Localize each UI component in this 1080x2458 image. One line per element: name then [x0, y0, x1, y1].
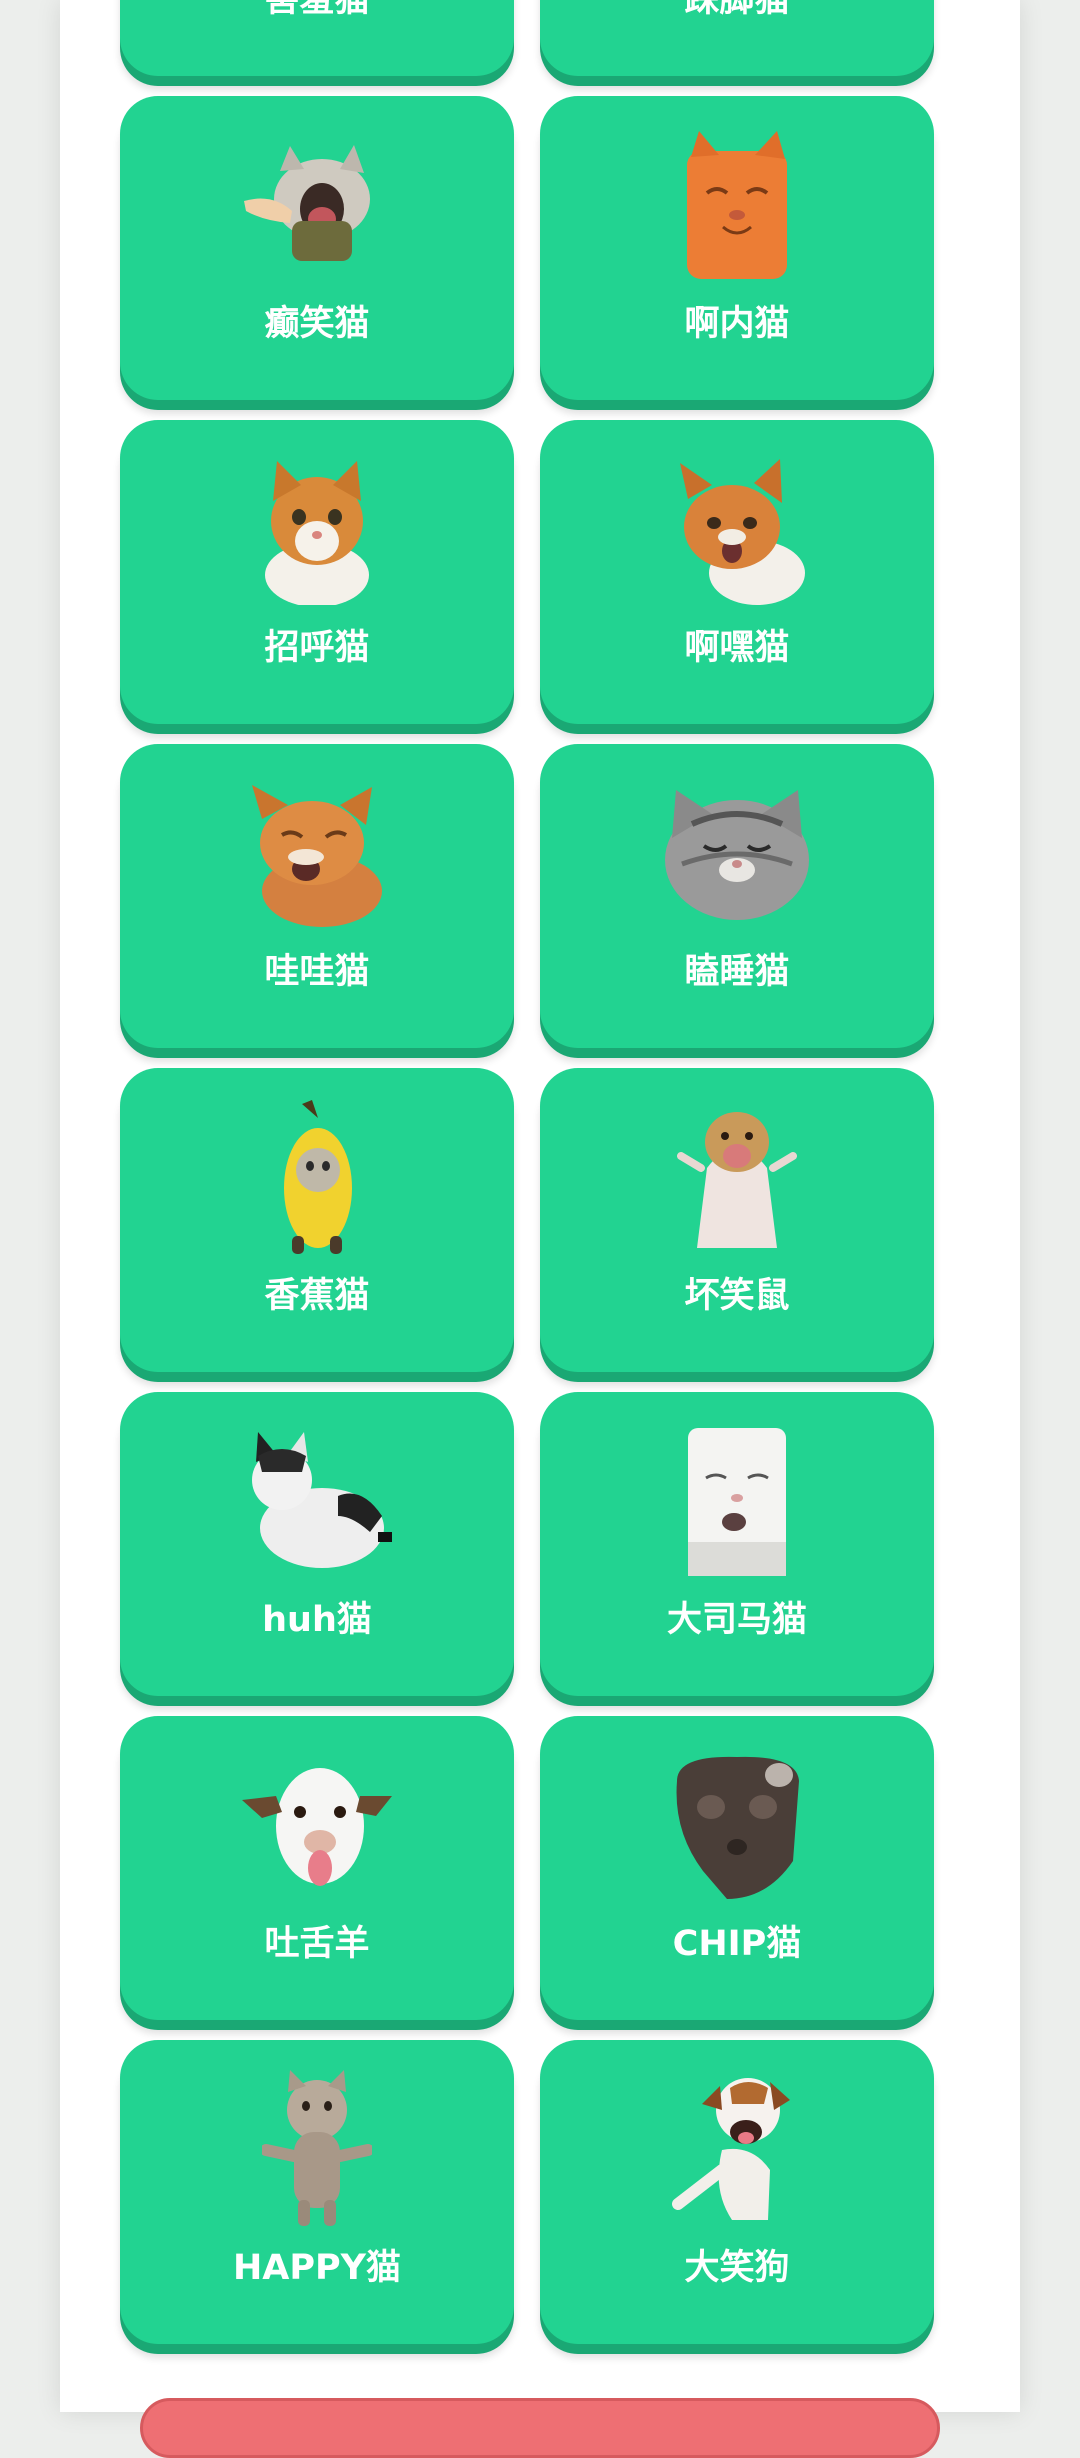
anei-cat-icon: [687, 131, 787, 279]
card-label: 害羞猫: [264, 0, 370, 20]
happy-cat-icon: [262, 2070, 372, 2226]
sound-card-greeting-cat[interactable]: 招呼猫: [120, 420, 514, 724]
sound-card-banana-cat[interactable]: 香蕉猫: [120, 1068, 514, 1372]
banana-cat-icon: [284, 1100, 352, 1254]
sound-card-shy-cat[interactable]: 害羞猫: [120, 0, 514, 76]
sound-card-dasima-cat[interactable]: 大司马猫: [540, 1392, 934, 1696]
card-label: 跺脚猫: [684, 0, 790, 20]
chip-cat-icon: [676, 1756, 799, 1899]
card-label: 哇哇猫: [264, 952, 370, 992]
card-label: 大笑狗: [684, 2248, 790, 2288]
bottom-action-button[interactable]: [140, 2398, 940, 2458]
card-label: CHIP猫: [672, 1924, 802, 1964]
dasima-cat-icon: [688, 1428, 786, 1576]
card-label: 大司马猫: [666, 1600, 807, 1640]
card-label: 吐舌羊: [264, 1924, 370, 1964]
wawa-cat-icon: [252, 785, 382, 927]
greeting-cat-icon: [265, 461, 369, 605]
sound-card-smirking-rodent[interactable]: 坏笑鼠: [540, 1068, 934, 1372]
sound-card-wawa-cat[interactable]: 哇哇猫: [120, 744, 514, 1048]
sound-card-laughing-dog[interactable]: 大笑狗: [540, 2040, 934, 2344]
card-label: 招呼猫: [264, 628, 370, 668]
smirking-rodent-icon: [677, 1112, 797, 1248]
tongue-goat-icon: [242, 1768, 392, 1886]
sound-card-huh-cat[interactable]: huh猫: [120, 1392, 514, 1696]
sound-card-sleepy-cat[interactable]: 瞌睡猫: [540, 744, 934, 1048]
card-label: 啊嘿猫: [684, 628, 790, 668]
card-label: 瞌睡猫: [684, 952, 790, 992]
card-label: 癫笑猫: [264, 304, 370, 344]
sound-card-happy-cat[interactable]: HAPPY猫: [120, 2040, 514, 2344]
laughing-dog-icon: [672, 2078, 790, 2220]
sound-card-ahei-cat[interactable]: 啊嘿猫: [540, 420, 934, 724]
sound-card-stomping-cat[interactable]: 跺脚猫: [540, 0, 934, 76]
card-label: 香蕉猫: [264, 1276, 370, 1316]
sleepy-cat-icon: [665, 790, 809, 920]
card-label: huh猫: [262, 1600, 372, 1640]
sound-card-chip-cat[interactable]: CHIP猫: [540, 1716, 934, 2020]
sound-card-tongue-goat[interactable]: 吐舌羊: [120, 1716, 514, 2020]
crazy-laughing-cat-icon: [244, 145, 370, 261]
sound-card-crazy-laughing-cat[interactable]: 癫笑猫: [120, 96, 514, 400]
huh-cat-icon: [252, 1432, 392, 1568]
card-label: HAPPY猫: [232, 2248, 402, 2288]
sound-card-anei-cat[interactable]: 啊内猫: [540, 96, 934, 400]
soundboard-page: 害羞猫 跺脚猫 癫笑猫 啊内猫 招呼猫 啊嘿猫 哇哇猫 瞌睡猫 香蕉猫 坏笑鼠 …: [60, 0, 1020, 2458]
card-label: 啊内猫: [684, 304, 790, 344]
ahei-cat-icon: [680, 459, 805, 605]
card-label: 坏笑鼠: [684, 1276, 790, 1316]
